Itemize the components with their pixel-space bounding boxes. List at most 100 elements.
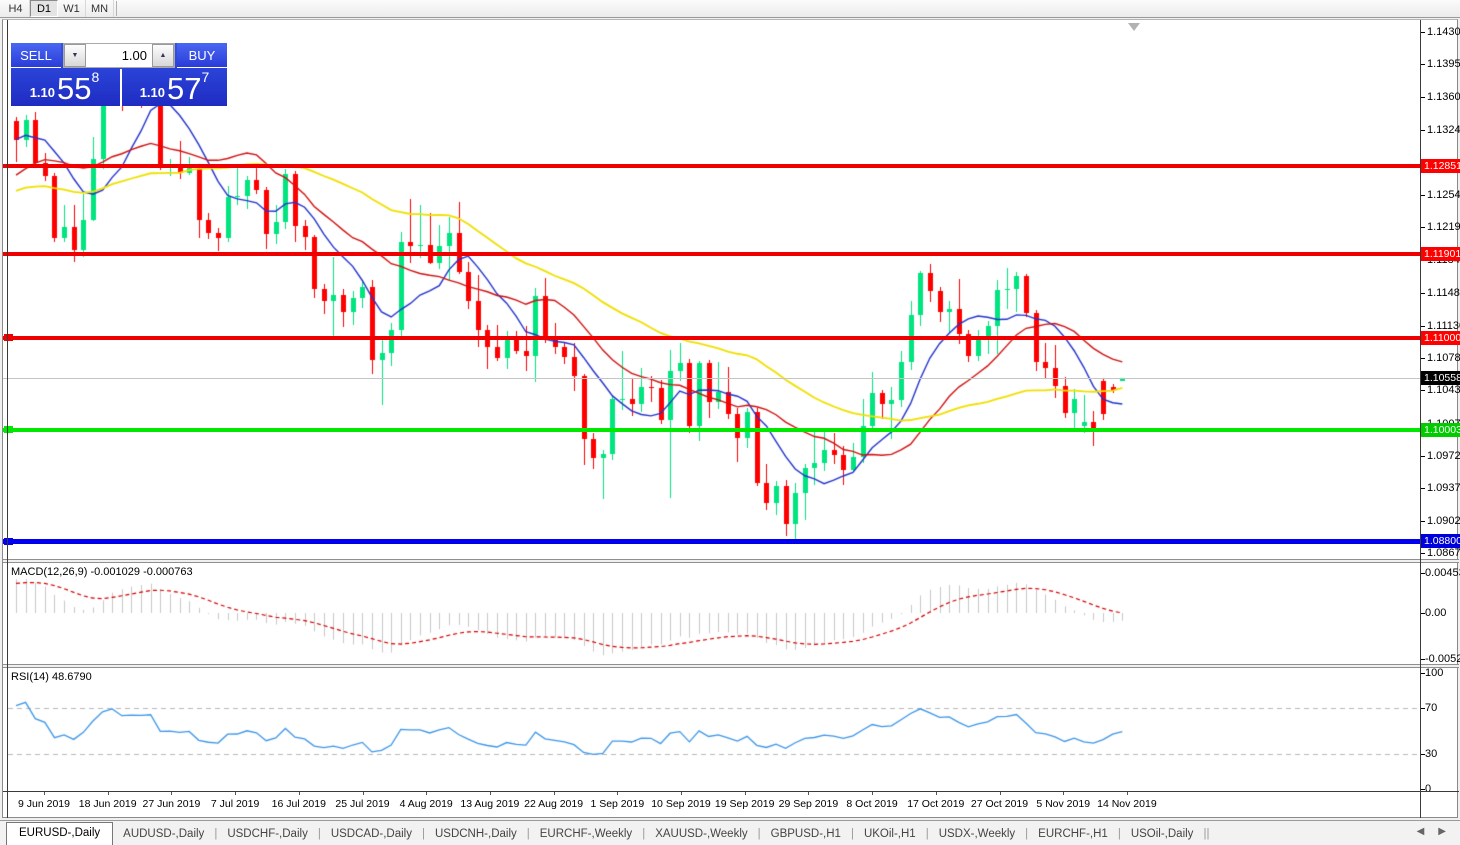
rsi-indicator-canvas[interactable] bbox=[8, 668, 1420, 791]
level-line-marker[interactable] bbox=[4, 334, 13, 341]
volume-increase-button[interactable]: ▲ bbox=[152, 44, 174, 67]
volume-input[interactable]: 1.00 bbox=[86, 44, 152, 67]
date-axis-label: 9 Jun 2019 bbox=[18, 798, 70, 810]
date-axis-label: 25 Jul 2019 bbox=[335, 798, 389, 810]
symbol-tab-gbpusd[interactable]: GBPUSD-,H1 bbox=[761, 824, 851, 845]
macd-label: MACD(12,26,9) -0.001029 -0.000763 bbox=[11, 566, 193, 578]
symbol-tab-usdchf[interactable]: USDCHF-,Daily bbox=[217, 824, 318, 845]
date-axis-label: 27 Jun 2019 bbox=[142, 798, 200, 810]
volume-decrease-button[interactable]: ▼ bbox=[64, 44, 86, 67]
date-axis-tick bbox=[872, 792, 873, 795]
date-axis-tick bbox=[108, 792, 109, 795]
date-axis-tick bbox=[490, 792, 491, 795]
date-axis-tick bbox=[745, 792, 746, 795]
date-axis-label: 17 Oct 2019 bbox=[907, 798, 964, 810]
buy-price-display[interactable]: 1.10 57 7 bbox=[120, 69, 227, 106]
trade-panel-row: SELL ▼ 1.00 ▲ BUY bbox=[11, 43, 227, 68]
price-level-label: 1.11000 bbox=[1421, 331, 1460, 345]
horizontal-level-line[interactable] bbox=[3, 428, 1420, 432]
date-axis-label: 29 Sep 2019 bbox=[779, 798, 839, 810]
date-axis-tick bbox=[681, 792, 682, 795]
date-axis-label: 27 Oct 2019 bbox=[971, 798, 1028, 810]
macd-axis-tick: 0.004536 bbox=[1425, 567, 1460, 579]
horizontal-level-line[interactable] bbox=[3, 164, 1420, 168]
date-axis-tick bbox=[363, 792, 364, 795]
price-axis-tick: 1.13600 bbox=[1427, 91, 1460, 103]
price-axis-tick: 1.09370 bbox=[1427, 482, 1460, 494]
symbol-tab-usdcnh[interactable]: USDCNH-,Daily bbox=[425, 824, 527, 845]
date-axis-label: 1 Sep 2019 bbox=[590, 798, 644, 810]
window-splitter[interactable] bbox=[3, 664, 1459, 668]
date-axis-tick bbox=[235, 792, 236, 795]
price-axis-tick: 1.09720 bbox=[1427, 450, 1460, 462]
timeframe-button-d1[interactable]: D1 bbox=[30, 0, 58, 17]
price-axis-tick: 1.10780 bbox=[1427, 352, 1460, 364]
price-axis-tick: 1.13950 bbox=[1427, 58, 1460, 70]
date-axis-label: 16 Jul 2019 bbox=[272, 798, 326, 810]
horizontal-level-line[interactable] bbox=[3, 336, 1420, 340]
one-click-trading-panel: SELL ▼ 1.00 ▲ BUY 1.10 55 8 1.10 57 7 bbox=[11, 43, 227, 106]
date-axis-label: 10 Sep 2019 bbox=[651, 798, 711, 810]
plot-left-border bbox=[7, 20, 8, 818]
sell-price-point: 8 bbox=[92, 69, 100, 85]
date-axis-tick bbox=[936, 792, 937, 795]
buy-price-pips: 57 bbox=[167, 74, 201, 104]
tab-separator: | bbox=[1206, 828, 1209, 845]
date-axis-label: 14 Nov 2019 bbox=[1097, 798, 1157, 810]
price-axis-tick: 1.10430 bbox=[1427, 384, 1460, 396]
macd-indicator-canvas[interactable] bbox=[8, 563, 1420, 664]
price-axis-tick: 1.14300 bbox=[1427, 26, 1460, 38]
symbol-tab-xauusd[interactable]: XAUUSD-,Weekly bbox=[645, 824, 757, 845]
date-axis-tick bbox=[554, 792, 555, 795]
price-level-label: 1.12851 bbox=[1421, 159, 1460, 173]
symbol-tab-eurchf[interactable]: EURCHF-,Weekly bbox=[530, 824, 642, 845]
rsi-axis-tick: 30 bbox=[1425, 748, 1460, 760]
symbol-tab-eurchf[interactable]: EURCHF-,H1 bbox=[1028, 824, 1118, 845]
timeframe-toolbar: H4D1W1MN bbox=[0, 0, 1460, 18]
price-level-label: 1.10003 bbox=[1421, 423, 1460, 437]
window-splitter[interactable] bbox=[3, 559, 1459, 563]
price-axis-tick: 1.09020 bbox=[1427, 515, 1460, 527]
symbol-tab-usdx[interactable]: USDX-,Weekly bbox=[929, 824, 1025, 845]
tab-scroll-right-icon[interactable]: ▶ bbox=[1438, 826, 1446, 837]
date-axis-label: 22 Aug 2019 bbox=[524, 798, 583, 810]
current-price-line bbox=[3, 378, 1420, 379]
date-axis-tick bbox=[808, 792, 809, 795]
date-axis-tick bbox=[426, 792, 427, 795]
symbol-tab-ukoil[interactable]: UKOil-,H1 bbox=[854, 824, 926, 845]
current-price-label: 1.10558 bbox=[1421, 371, 1460, 385]
sell-price-pips: 55 bbox=[57, 74, 91, 104]
tab-scroll-left-icon[interactable]: ◀ bbox=[1417, 826, 1425, 837]
horizontal-level-line[interactable] bbox=[3, 539, 1420, 544]
rsi-axis-tick: 100 bbox=[1425, 667, 1460, 679]
volume-spinner: ▼ 1.00 ▲ bbox=[63, 43, 175, 68]
price-level-label: 1.08800 bbox=[1421, 534, 1460, 548]
level-line-marker[interactable] bbox=[4, 538, 13, 545]
date-axis-divider bbox=[3, 791, 1459, 792]
price-axis-border bbox=[1420, 20, 1421, 818]
chart-shift-marker-icon[interactable] bbox=[1128, 23, 1140, 31]
buy-button[interactable]: BUY bbox=[177, 43, 227, 68]
symbol-tab-usdcad[interactable]: USDCAD-,Daily bbox=[321, 824, 422, 845]
date-axis-tick bbox=[1000, 792, 1001, 795]
date-axis-tick bbox=[1063, 792, 1064, 795]
timeframe-button-w1[interactable]: W1 bbox=[58, 0, 86, 17]
date-axis-tick bbox=[171, 792, 172, 795]
chevron-down-icon: ▼ bbox=[72, 52, 79, 59]
sell-price-base: 1.10 bbox=[30, 85, 55, 100]
horizontal-level-line[interactable] bbox=[3, 252, 1420, 256]
price-axis-tick: 1.13240 bbox=[1427, 124, 1460, 136]
sell-price-display[interactable]: 1.10 55 8 bbox=[11, 69, 118, 106]
timeframe-button-h4[interactable]: H4 bbox=[2, 0, 30, 17]
date-axis-label: 5 Nov 2019 bbox=[1036, 798, 1090, 810]
symbol-tab-audusd[interactable]: AUDUSD-,Daily bbox=[113, 824, 214, 845]
symbol-tab-usoil[interactable]: USOil-,Daily bbox=[1121, 824, 1204, 845]
date-axis-label: 13 Aug 2019 bbox=[460, 798, 519, 810]
level-line-marker[interactable] bbox=[4, 426, 13, 433]
date-axis-label: 19 Sep 2019 bbox=[715, 798, 775, 810]
timeframe-button-mn[interactable]: MN bbox=[86, 0, 114, 17]
tab-scroll-buttons: ◀ ▶ bbox=[1417, 826, 1446, 837]
sell-button[interactable]: SELL bbox=[11, 43, 61, 68]
symbol-tab-eurusd[interactable]: EURUSD-,Daily bbox=[6, 822, 113, 845]
date-axis-tick bbox=[1127, 792, 1128, 795]
